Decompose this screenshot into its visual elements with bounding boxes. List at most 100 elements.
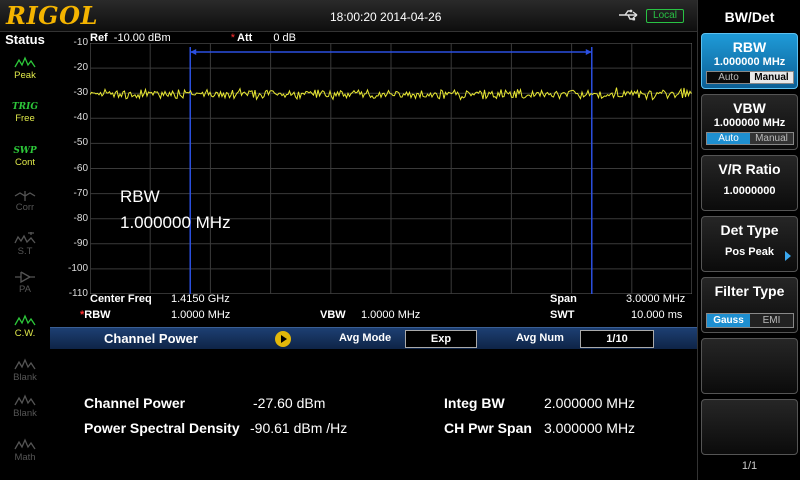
y-tick-label: -90: [73, 237, 88, 249]
spectrum-plot[interactable]: RBW 1.000000 MHz: [90, 43, 692, 294]
rbw-auto-option[interactable]: Auto: [707, 72, 750, 83]
y-tick-label: -100: [67, 262, 88, 274]
status-blank-1-button[interactable]: Blank: [6, 356, 44, 394]
rbw-auto-manual-toggle[interactable]: Auto Manual: [706, 71, 794, 84]
status-peak-button[interactable]: Peak: [6, 54, 44, 92]
submenu-arrow-icon: [785, 251, 791, 261]
vbw-softkey[interactable]: VBW 1.000000 MHz Auto Manual: [701, 94, 798, 150]
det-type-softkey[interactable]: Det Type Pos Peak: [701, 216, 798, 272]
y-tick-label: -40: [73, 112, 88, 124]
blank-2-icon: [14, 394, 36, 406]
rbw-softkey[interactable]: RBW 1.000000 MHz Auto Manual: [701, 33, 798, 89]
status-corr-label: Corr: [15, 202, 35, 213]
y-tick-label: -110: [68, 288, 88, 299]
integ-bw-value: 2.000000 MHz: [544, 395, 636, 411]
brand-logo: RIGOL: [6, 1, 98, 30]
center-freq-value[interactable]: 1.4150 GHz: [171, 293, 230, 305]
measurement-bar: Channel Power Avg Mode Exp Avg Num 1/10: [50, 327, 697, 349]
datetime: 18:00:20 2014-04-26: [330, 10, 442, 24]
vbw-auto-manual-toggle[interactable]: Auto Manual: [706, 132, 794, 145]
filter-gauss-option[interactable]: Gauss: [707, 314, 750, 327]
softkey-menu: BW/Det RBW 1.000000 MHz Auto Manual VBW …: [697, 0, 800, 480]
span-label: Span: [550, 293, 577, 305]
usb-icon: [619, 9, 638, 21]
status-cw-label: C.W.: [14, 328, 36, 339]
status-blank-1-label: Blank: [13, 372, 37, 383]
rbw-info-label: RBW: [84, 309, 111, 321]
status-math-button[interactable]: Math: [6, 436, 44, 474]
status-trig-button[interactable]: TRIG Free: [6, 98, 44, 136]
y-tick-label: -60: [73, 162, 88, 174]
remote-status-badge[interactable]: Local: [646, 9, 684, 23]
vr-ratio-value: 1.0000000: [723, 185, 776, 197]
status-math-label: Math: [14, 452, 36, 463]
title-bar: RIGOL 18:00:20 2014-04-26 Local: [0, 0, 697, 32]
status-blank-2-label: Blank: [13, 408, 37, 419]
blank-1-icon: [14, 358, 36, 370]
status-swp-mode: SWP: [13, 146, 37, 156]
vbw-manual-option[interactable]: Manual: [750, 133, 793, 144]
status-peak-label: Peak: [14, 70, 36, 81]
corr-icon: [14, 191, 36, 201]
y-tick-label: -50: [73, 137, 88, 149]
span-value[interactable]: 3.0000 MHz: [626, 293, 685, 305]
empty-softkey-6[interactable]: [701, 338, 798, 394]
play-icon[interactable]: [275, 331, 291, 347]
y-tick-label: -20: [73, 62, 88, 74]
swt-value[interactable]: 10.000 ms: [631, 309, 682, 321]
ch-pwr-span-label: CH Pwr Span: [444, 420, 532, 436]
y-tick-label: -10: [73, 37, 88, 48]
filter-type-label: Filter Type: [714, 283, 785, 299]
cw-icon: [14, 314, 36, 326]
vr-ratio-label: V/R Ratio: [718, 161, 781, 177]
avg-mode-label: Avg Mode: [339, 332, 392, 344]
vbw-info-value[interactable]: 1.0000 MHz: [361, 309, 420, 321]
ch-pwr-span-value: 3.000000 MHz: [544, 420, 636, 436]
st-icon: [14, 232, 36, 244]
vbw-softkey-value: 1.000000 MHz: [713, 117, 786, 129]
status-panel: Status Peak TRIG Free SWP Cont Corr S.T PA C.W. B…: [0, 32, 50, 480]
channel-power-label: Channel Power: [84, 395, 186, 411]
psd-value: -90.61 dBm /Hz: [250, 420, 348, 436]
channel-power-value: -27.60 dBm: [253, 395, 326, 411]
avg-mode-field[interactable]: Exp: [405, 330, 477, 348]
status-pa-button[interactable]: PA: [6, 268, 44, 306]
det-type-label: Det Type: [720, 222, 779, 238]
vbw-info-label: VBW: [320, 309, 346, 321]
filter-type-softkey[interactable]: Filter Type Gauss EMI: [701, 277, 798, 333]
rbw-info-value[interactable]: 1.0000 MHz: [171, 309, 230, 321]
status-cw-button[interactable]: C.W.: [6, 312, 44, 350]
math-icon: [14, 438, 36, 450]
pa-icon: [15, 271, 35, 284]
swt-label: SWT: [550, 309, 575, 321]
filter-emi-option[interactable]: EMI: [750, 314, 793, 327]
vr-ratio-softkey[interactable]: V/R Ratio 1.0000000: [701, 155, 798, 211]
menu-page-indicator: 1/1: [741, 460, 758, 472]
status-title: Status: [5, 32, 45, 47]
status-corr-button[interactable]: Corr: [6, 186, 44, 224]
status-trig-label: Free: [15, 113, 35, 124]
vbw-auto-option[interactable]: Auto: [707, 133, 750, 144]
rbw-manual-option[interactable]: Manual: [750, 72, 793, 83]
rbw-softkey-value: 1.000000 MHz: [713, 56, 786, 68]
status-st-label: S.T: [17, 246, 33, 257]
measurement-title: Channel Power: [104, 331, 198, 346]
integ-bw-label: Integ BW: [444, 395, 505, 411]
status-blank-2-button[interactable]: Blank: [6, 392, 44, 430]
y-tick-label: -70: [73, 187, 88, 199]
rbw-info: *RBW: [80, 309, 111, 321]
overlay-value: 1.000000 MHz: [120, 213, 231, 232]
y-tick-label: -80: [73, 212, 88, 224]
peak-icon: [14, 56, 36, 68]
status-st-button[interactable]: S.T: [6, 230, 44, 268]
psd-label: Power Spectral Density: [84, 420, 240, 436]
filter-type-toggle[interactable]: Gauss EMI: [706, 313, 794, 328]
avg-num-field[interactable]: 1/10: [580, 330, 654, 348]
overlay-label: RBW: [120, 187, 160, 206]
status-swp-label: Cont: [14, 157, 36, 168]
empty-softkey-7[interactable]: [701, 399, 798, 455]
status-trig-mode: TRIG: [11, 102, 39, 112]
status-pa-label: PA: [19, 284, 31, 295]
status-swp-button[interactable]: SWP Cont: [6, 142, 44, 180]
det-type-value: Pos Peak: [725, 246, 774, 258]
